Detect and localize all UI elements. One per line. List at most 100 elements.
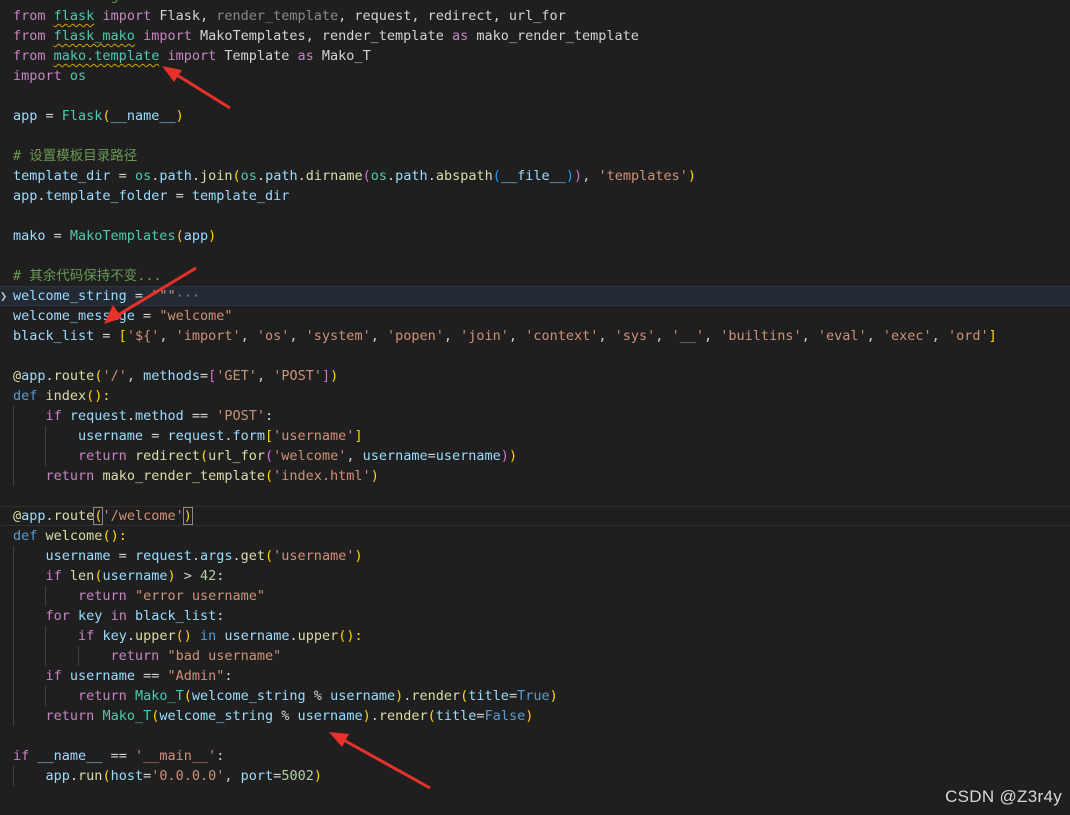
code-line[interactable]: from flask import Flask, render_template… — [0, 6, 1070, 26]
code-token: app — [21, 508, 46, 524]
code-token: username — [297, 708, 363, 724]
code-token: : — [216, 748, 225, 764]
code-token: 'import' — [175, 328, 241, 344]
code-line[interactable]: @app.route('/welcome') — [0, 506, 1070, 526]
code-line[interactable]: return mako_render_template('index.html'… — [0, 466, 1070, 486]
code-line[interactable] — [0, 726, 1070, 746]
code-editor[interactable]: # -*- coding -*- from flask import Flask,… — [0, 0, 1070, 786]
code-line[interactable]: # 设置模板目录路径 — [0, 146, 1070, 166]
code-line[interactable]: @app.route('/', methods=['GET', 'POST']) — [0, 366, 1070, 386]
code-token: , — [159, 328, 176, 344]
code-token: template_folder — [45, 188, 168, 204]
code-line[interactable] — [0, 206, 1070, 226]
code-token: ) — [167, 568, 176, 584]
code-line[interactable]: for key in black_list: — [0, 606, 1070, 626]
code-line[interactable]: black_list = ['${', 'import', 'os', 'sys… — [0, 326, 1070, 346]
indent-guide — [13, 446, 14, 466]
code-token: , — [370, 328, 387, 344]
code-line[interactable]: mako = MakoTemplates(app) — [0, 226, 1070, 246]
code-token: ( — [232, 168, 241, 184]
code-token: , — [866, 328, 883, 344]
code-line[interactable]: def welcome(): — [0, 526, 1070, 546]
code-token: join — [200, 168, 233, 184]
code-line[interactable]: template_dir = os.path.join(os.path.dirn… — [0, 166, 1070, 186]
code-line[interactable] — [0, 246, 1070, 266]
code-token: ) — [313, 768, 322, 784]
code-line[interactable]: import os — [0, 66, 1070, 86]
code-line[interactable]: def index(): — [0, 386, 1070, 406]
code-token: in — [110, 608, 127, 624]
code-token: ) — [330, 368, 339, 384]
indent-guide — [45, 686, 47, 706]
code-token: ( — [265, 448, 274, 464]
code-line[interactable]: app.template_folder = template_dir — [0, 186, 1070, 206]
code-token: ) — [525, 708, 534, 724]
code-token: Template — [216, 48, 298, 64]
code-token: ··· — [175, 288, 200, 304]
code-line[interactable] — [0, 486, 1070, 506]
code-line[interactable]: if username == "Admin": — [0, 666, 1070, 686]
code-line[interactable]: app = Flask(__name__) — [0, 106, 1070, 126]
code-token: app — [13, 188, 38, 204]
code-line[interactable]: return Mako_T(welcome_string % username)… — [0, 686, 1070, 706]
code-line[interactable]: from flask_mako import MakoTemplates, re… — [0, 26, 1070, 46]
code-token: if — [45, 408, 62, 424]
code-token: , — [240, 328, 257, 344]
code-line[interactable]: welcome_message = "welcome" — [0, 306, 1070, 326]
code-token: False — [484, 708, 526, 724]
code-token: render — [411, 688, 461, 704]
code-token: Mako_T — [134, 688, 184, 704]
code-line[interactable]: if __name__ == '__main__': — [0, 746, 1070, 766]
code-token: -*- — [119, 0, 151, 4]
code-token: 5002 — [281, 768, 314, 784]
indent-guide — [45, 426, 47, 446]
code-line[interactable]: username = request.args.get('username') — [0, 546, 1070, 566]
code-token: = — [427, 448, 436, 464]
code-token: = — [110, 548, 135, 564]
code-token: , request, redirect, url_for — [338, 8, 566, 24]
code-token: key — [78, 608, 103, 624]
fold-chevron-icon[interactable]: ❯ — [0, 287, 10, 305]
indent-guide — [13, 666, 14, 686]
code-token: ) — [370, 468, 379, 484]
code-line[interactable]: ❯ welcome_string = """··· — [0, 286, 1070, 306]
code-token: 'join' — [460, 328, 509, 344]
code-token: "error username" — [134, 588, 265, 604]
code-token: . — [69, 768, 79, 784]
code-token: mako_render_template — [468, 28, 639, 44]
code-token: Flask — [61, 108, 103, 124]
code-token: , — [224, 768, 241, 784]
code-token: return — [78, 448, 127, 464]
indent-guide — [13, 766, 14, 786]
code-line[interactable]: return "bad username" — [0, 646, 1070, 666]
code-line[interactable] — [0, 126, 1070, 146]
code-line[interactable]: if key.upper() in username.upper(): — [0, 626, 1070, 646]
code-line[interactable]: return "error username" — [0, 586, 1070, 606]
code-line[interactable]: return redirect(url_for('welcome', usern… — [0, 446, 1070, 466]
code-line[interactable]: # 其余代码保持不变... — [0, 266, 1070, 286]
code-token: , — [289, 328, 306, 344]
code-token: mako_render_template — [102, 468, 265, 484]
code-line[interactable]: app.run(host='0.0.0.0', port=5002) — [0, 766, 1070, 786]
code-token: request — [69, 408, 127, 424]
code-token: ( — [265, 548, 274, 564]
code-line[interactable]: from mako.template import Template as Ma… — [0, 46, 1070, 66]
indent-guide — [45, 586, 47, 606]
code-token: '__' — [671, 328, 705, 344]
code-token: = — [37, 108, 62, 124]
code-token: in — [200, 628, 217, 644]
code-token: template_dir — [13, 168, 111, 184]
code-token: MakoTemplates — [69, 228, 176, 244]
code-line[interactable]: username = request.form['username'] — [0, 426, 1070, 446]
watermark: CSDN @Z3r4y — [945, 787, 1062, 806]
code-token: return — [45, 468, 95, 484]
code-token: ) — [395, 688, 404, 704]
code-line[interactable]: return Mako_T(welcome_string % username)… — [0, 706, 1070, 726]
code-line[interactable] — [0, 346, 1070, 366]
code-line[interactable] — [0, 86, 1070, 106]
code-line[interactable]: if len(username) > 42: — [0, 566, 1070, 586]
code-line[interactable]: if request.method == 'POST': — [0, 406, 1070, 426]
